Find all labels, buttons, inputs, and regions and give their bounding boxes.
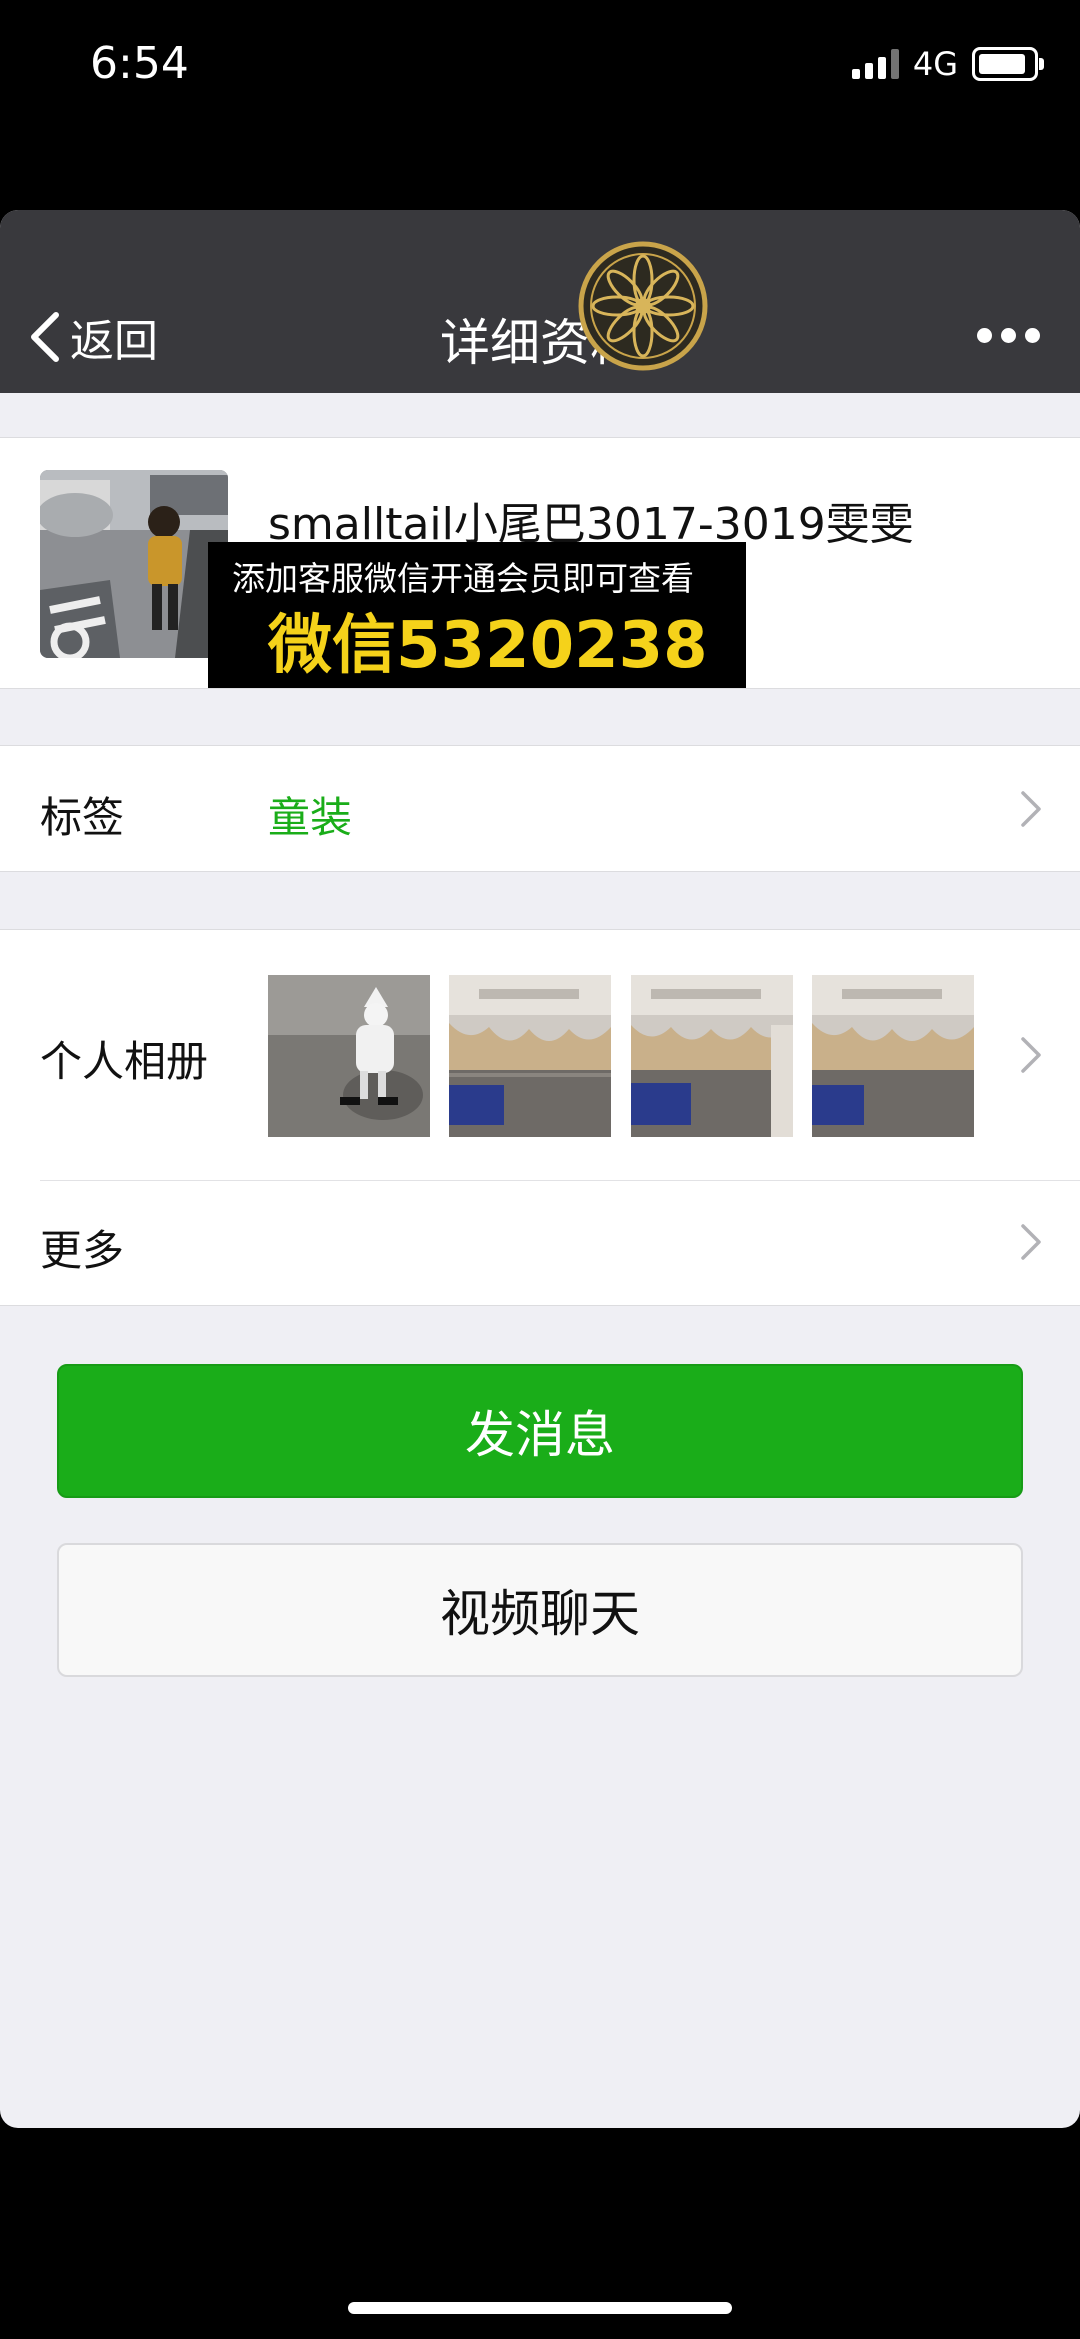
album-photo bbox=[812, 975, 974, 1137]
more-options-button[interactable] bbox=[977, 328, 1040, 343]
album-section: 个人相册 更多 bbox=[0, 929, 1080, 1306]
dot-icon bbox=[1001, 328, 1016, 343]
more-row[interactable]: 更多 bbox=[0, 1181, 1080, 1305]
promo-overlay: 添加客服微信开通会员即可查看 微信5320238 bbox=[208, 542, 746, 688]
signal-icon bbox=[851, 49, 899, 79]
page-title: 详细资料 bbox=[440, 314, 640, 372]
album-label: 个人相册 bbox=[40, 1037, 209, 1086]
album-row[interactable]: 个人相册 bbox=[0, 930, 1080, 1180]
tags-label: 标签 bbox=[40, 793, 125, 842]
send-message-button[interactable]: 发消息 bbox=[57, 1364, 1023, 1498]
album-photo bbox=[631, 975, 793, 1137]
overlay-contact: 微信5320238 bbox=[268, 609, 708, 683]
album-photo bbox=[268, 975, 430, 1137]
video-chat-button[interactable]: 视频聊天 bbox=[57, 1543, 1023, 1677]
tags-row[interactable]: 标签 童装 bbox=[0, 745, 1080, 872]
chevron-right-icon bbox=[1021, 1224, 1041, 1260]
profile-screen: 返回 详细资料 smalltail小尾巴3017-3019雯雯 添加客服微信开通… bbox=[0, 210, 1080, 2128]
dot-icon bbox=[1025, 328, 1040, 343]
avatar[interactable] bbox=[40, 470, 228, 658]
network-type: 4G bbox=[912, 45, 958, 83]
overlay-text: 添加客服微信开通会员即可查看 bbox=[232, 559, 694, 598]
battery-icon bbox=[972, 47, 1044, 81]
tag-value: 童装 bbox=[268, 793, 353, 842]
album-photo bbox=[449, 975, 611, 1137]
dot-icon bbox=[977, 328, 992, 343]
chevron-right-icon bbox=[1021, 791, 1041, 827]
status-time: 6:54 bbox=[90, 38, 189, 89]
home-indicator[interactable] bbox=[348, 2302, 732, 2314]
chevron-right-icon bbox=[1021, 1037, 1041, 1073]
more-label: 更多 bbox=[40, 1226, 125, 1275]
nav-bar: 返回 详细资料 bbox=[0, 210, 1080, 393]
flower-emblem-icon bbox=[578, 241, 708, 371]
status-indicators: 4G bbox=[851, 45, 1044, 83]
